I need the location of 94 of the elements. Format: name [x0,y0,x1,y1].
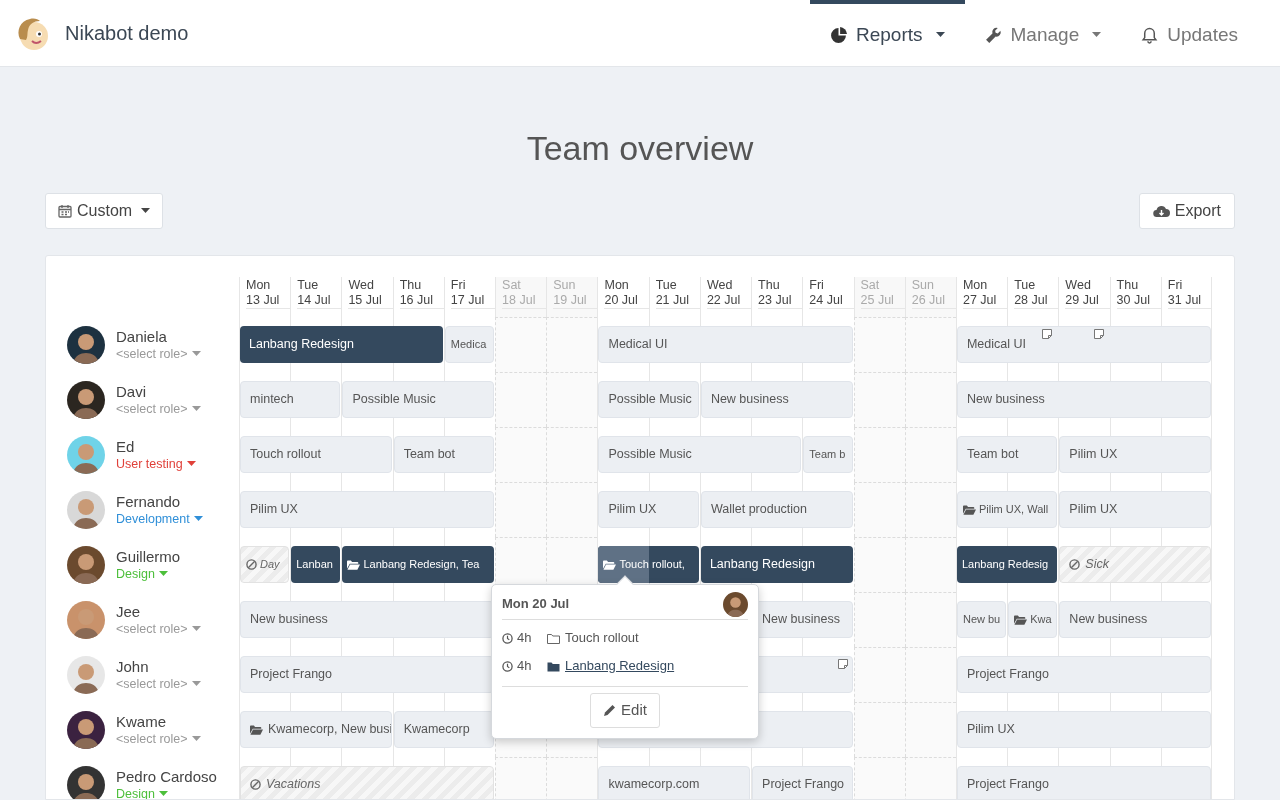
bar-label: Pilim UX [1069,446,1118,464]
weekday-label: Fri [809,278,825,293]
bar-label: Team bot [966,446,1019,464]
bar-label: Possible Music [352,391,436,409]
bar-label: New business [762,611,840,629]
bar-label: mintech [250,391,294,409]
weekday-label: Mon [246,278,272,293]
bar-label: Team b [809,447,846,463]
bar-label: New business [710,391,789,409]
bar-label: Lanbang Redesig [961,557,1049,573]
weekday-label: Wed [706,278,734,293]
hours-label: 4h [517,657,533,676]
date-label: 25 Jul [860,293,895,308]
bar-label: Pilim UX [966,721,1015,739]
date-label: 30 Jul [1116,293,1151,308]
person-name: John [116,656,150,676]
person-name: Fernando [116,491,182,511]
bar-label: New business [966,391,1045,409]
bar-label: Medical UI [608,336,668,354]
bar-label: Possible Music [608,391,692,409]
weekday-label: Tue [1014,278,1037,293]
weekday-label: Sun [911,278,935,293]
weekday-label: Fri [450,278,467,293]
weekday-label: Mon [604,278,630,293]
bar-label: Touch rollout, [619,557,685,573]
bar-label: Pilim UX [1069,501,1118,519]
weekday-label: Tue [655,278,678,293]
bar-label: Vacations [266,776,321,794]
person-name: Guillermo [116,546,181,566]
person-name: Jee [116,601,142,621]
page-title: Team overview [525,128,755,169]
date-label: 22 Jul [706,293,742,308]
bar-label: Medica [450,337,487,353]
bar-label: Lanbang Redesign, Tea [363,557,480,573]
bar-label: New business [1069,611,1148,629]
date-label: 21 Jul [655,293,691,308]
person-name: Kwame [116,711,168,731]
weekday-label: Sun [553,278,577,293]
date-label: 23 Jul [758,293,793,308]
weekday-label: Thu [399,278,423,293]
date-label: 29 Jul [1065,293,1100,308]
date-label: 20 Jul [604,293,639,308]
date-label: 15 Jul [348,293,383,308]
hours-label: 4h [517,629,533,648]
weekday-label: Fri [1167,278,1184,293]
bar-label: New bu [962,612,1001,628]
bar-label: Touch rollout [250,446,321,464]
date-label: 13 Jul [246,293,281,308]
bar-label: Project Frango [250,666,332,684]
bar-label: Lanbang Redesign [249,336,354,354]
bar-label: Day [260,557,280,573]
weekday-label: Mon [962,278,989,293]
bar-label: Pilim UX [608,501,657,519]
person-name: Ed [116,436,136,456]
person-name: Pedro Cardoso [116,766,217,786]
bar-label: Kwamecorp [403,721,470,739]
date-label: 19 Jul [553,293,588,308]
bar-label: Project Frango [762,776,845,794]
weekday-label: Sat [860,278,881,293]
bar-label: Pilim UX [250,501,298,519]
date-label: 18 Jul [502,293,537,308]
weekday-label: Wed [348,278,375,293]
date-label: 31 Jul [1167,293,1203,308]
bar-label: Project Frango [966,666,1049,684]
bar-label: Wallet production [710,501,807,519]
date-label: 27 Jul [962,293,998,308]
date-label: 28 Jul [1014,293,1049,308]
weekday-label: Tue [297,278,320,293]
bar-label: New business [250,611,328,629]
bar-label: kwamecorp.com [608,776,700,794]
bar-label: Medical UI [966,336,1026,354]
bar-label: Project Frango [966,776,1049,794]
app-name: Nikabot demo [65,21,189,46]
date-label: 26 Jul [911,293,947,308]
date-label: 24 Jul [809,293,844,308]
date-label: 17 Jul [450,293,486,308]
weekday-label: Thu [1116,278,1140,293]
bar-label: Lanbang Redesign [709,556,815,574]
bar-label: Kwamecorp, New busi [268,721,391,739]
weekday-label: Sat [502,278,522,293]
date-label: 16 Jul [399,293,434,308]
bar-label: Kwa [1030,612,1052,628]
weekday-label: Wed [1065,278,1092,293]
date-label: 14 Jul [297,293,332,308]
bar-label: Pilim UX, Wall [978,502,1049,518]
bar-label: Possible Music [608,446,692,464]
weekday-label: Thu [758,278,781,293]
bar-label: Lanban [296,557,333,573]
person-name: Davi [116,381,147,401]
bar-label: Sick [1085,556,1109,574]
person-name: Daniela [116,326,168,346]
bar-label: Team bot [403,446,456,464]
popover-title: Mon 20 Jul [502,595,570,614]
project-name: Touch rollout [565,629,639,648]
